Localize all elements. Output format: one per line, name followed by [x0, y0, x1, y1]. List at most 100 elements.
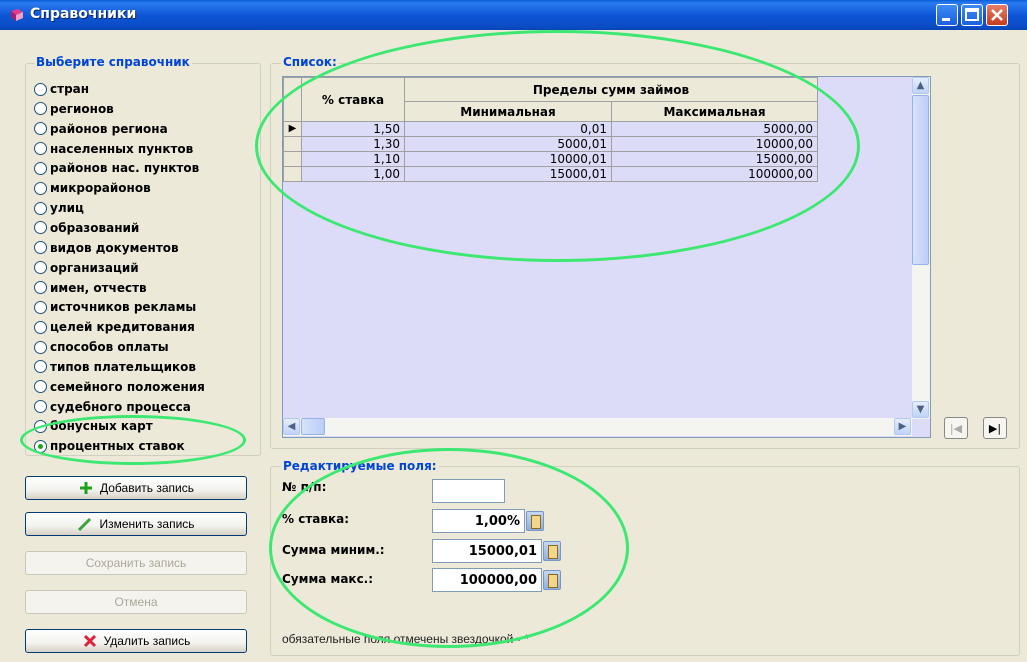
table-row[interactable]: 1,30 5000,01 10000,00 [283, 136, 818, 152]
header-rate[interactable]: % ставка [301, 77, 405, 122]
cell-max[interactable]: 10000,00 [611, 136, 818, 152]
header-min[interactable]: Минимальная [404, 101, 612, 122]
scroll-up-button[interactable]: ▲ [912, 77, 929, 94]
radio-label: образований [50, 220, 140, 235]
radio-label: микрорайонов [50, 181, 151, 196]
scroll-down-button[interactable]: ▼ [912, 401, 929, 418]
radio-icon[interactable] [34, 380, 47, 394]
table-row[interactable]: 1,10 10000,01 15000,00 [283, 151, 818, 167]
minimize-button[interactable] [936, 4, 958, 26]
chevron-left-icon: ◀ [287, 421, 296, 432]
radio-option[interactable]: источников рекламы [34, 297, 196, 317]
header-max[interactable]: Максимальная [611, 101, 818, 122]
radio-label: целей кредитования [50, 320, 195, 335]
close-button[interactable] [986, 4, 1008, 26]
delete-record-button[interactable]: Удалить запись [25, 629, 247, 653]
radio-icon[interactable] [34, 340, 47, 354]
radio-icon[interactable] [34, 400, 47, 414]
delete-x-icon [83, 634, 96, 648]
radio-option[interactable]: районов нас. пунктов [34, 158, 199, 178]
row-indicator-header [283, 77, 302, 122]
radio-icon[interactable] [34, 122, 47, 136]
cell-rate[interactable]: 1,30 [301, 136, 405, 152]
cell-max[interactable]: 5000,00 [611, 121, 818, 137]
radio-icon[interactable] [34, 201, 47, 215]
radio-icon[interactable] [34, 181, 47, 195]
radio-label: районов нас. пунктов [50, 161, 200, 176]
radio-checked-icon[interactable] [34, 439, 47, 453]
data-grid[interactable]: % ставка Пределы сумм займов Минимальная… [282, 76, 931, 438]
required-fields-note: обязательные поля отмечены звездочкой - … [282, 632, 529, 646]
radio-icon[interactable] [34, 102, 47, 116]
cell-min[interactable]: 10000,01 [404, 151, 612, 167]
rate-field[interactable]: 1,00% [432, 509, 525, 533]
edit-record-label: Изменить запись [99, 517, 195, 531]
close-icon [991, 9, 1003, 21]
first-record-button[interactable]: |◀ [944, 417, 968, 439]
cancel-button[interactable]: Отмена [25, 590, 247, 614]
radio-option[interactable]: целей кредитования [34, 317, 195, 337]
horizontal-scroll-thumb[interactable] [301, 418, 325, 435]
radio-option[interactable]: судебного процесса [34, 397, 191, 417]
radio-icon[interactable] [34, 320, 47, 334]
scroll-right-button[interactable]: ▶ [894, 418, 911, 435]
radio-icon[interactable] [34, 161, 47, 175]
radio-label: видов документов [50, 240, 179, 255]
radio-label: регионов [50, 101, 114, 116]
calculator-icon[interactable] [543, 570, 561, 590]
radio-option[interactable]: микрорайонов [34, 178, 151, 198]
cell-max[interactable]: 100000,00 [611, 166, 818, 182]
radio-icon[interactable] [34, 82, 47, 96]
radio-option[interactable]: бонусных карт [34, 416, 153, 436]
last-record-button[interactable]: ▶| [983, 417, 1007, 439]
rate-label: % ставка: [282, 512, 350, 526]
table-row[interactable]: ▶ 1,50 0,01 5000,00 [283, 121, 818, 137]
add-record-button[interactable]: Добавить запись [25, 476, 247, 500]
calculator-icon[interactable] [543, 541, 561, 561]
calculator-icon[interactable] [526, 511, 544, 531]
radio-icon[interactable] [34, 142, 47, 156]
cell-rate[interactable]: 1,50 [301, 121, 405, 137]
radio-icon[interactable] [34, 300, 47, 314]
save-record-button[interactable]: Сохранить запись [25, 551, 247, 575]
cell-min[interactable]: 0,01 [404, 121, 612, 137]
max-sum-field[interactable]: 100000,00 [432, 568, 542, 592]
title-bar: Справочники [0, 0, 1027, 30]
radio-option[interactable]: улиц [34, 198, 84, 218]
radio-option[interactable]: районов региона [34, 119, 168, 139]
cell-rate[interactable]: 1,10 [301, 151, 405, 167]
vertical-scroll-thumb[interactable] [912, 95, 929, 265]
horizontal-scrollbar[interactable]: ◀ ▶ [283, 418, 912, 436]
table-row[interactable]: 1,00 15000,01 100000,00 [283, 166, 818, 182]
radio-icon[interactable] [34, 261, 47, 275]
cell-min[interactable]: 15000,01 [404, 166, 612, 182]
number-field[interactable] [432, 479, 505, 503]
header-loan-limits[interactable]: Пределы сумм займов [404, 77, 818, 102]
radio-option[interactable]: имен, отчеств [34, 278, 147, 298]
cell-rate[interactable]: 1,00 [301, 166, 405, 182]
min-sum-field[interactable]: 15000,01 [432, 539, 542, 563]
radio-option[interactable]: семейного положения [34, 377, 205, 397]
scroll-left-button[interactable]: ◀ [283, 418, 300, 435]
radio-option[interactable]: видов документов [34, 238, 179, 258]
radio-label: районов региона [50, 121, 168, 136]
cell-max[interactable]: 15000,00 [611, 151, 818, 167]
radio-option[interactable]: процентных ставок [34, 436, 185, 456]
radio-option[interactable]: регионов [34, 99, 114, 119]
edit-record-button[interactable]: Изменить запись [25, 512, 247, 536]
radio-icon[interactable] [34, 241, 47, 255]
vertical-scrollbar[interactable]: ▲ ▼ [912, 77, 930, 419]
radio-option[interactable]: организаций [34, 258, 139, 278]
radio-option[interactable]: образований [34, 218, 139, 238]
radio-icon[interactable] [34, 221, 47, 235]
radio-option[interactable]: типов плательщиков [34, 357, 196, 377]
radio-option[interactable]: населенных пунктов [34, 139, 193, 159]
radio-option[interactable]: стран [34, 79, 89, 99]
radio-icon[interactable] [34, 419, 47, 433]
radio-label: процентных ставок [50, 439, 185, 454]
radio-icon[interactable] [34, 360, 47, 374]
cell-min[interactable]: 5000,01 [404, 136, 612, 152]
radio-icon[interactable] [34, 281, 47, 294]
radio-option[interactable]: способов оплаты [34, 337, 169, 357]
maximize-button[interactable] [961, 4, 983, 26]
